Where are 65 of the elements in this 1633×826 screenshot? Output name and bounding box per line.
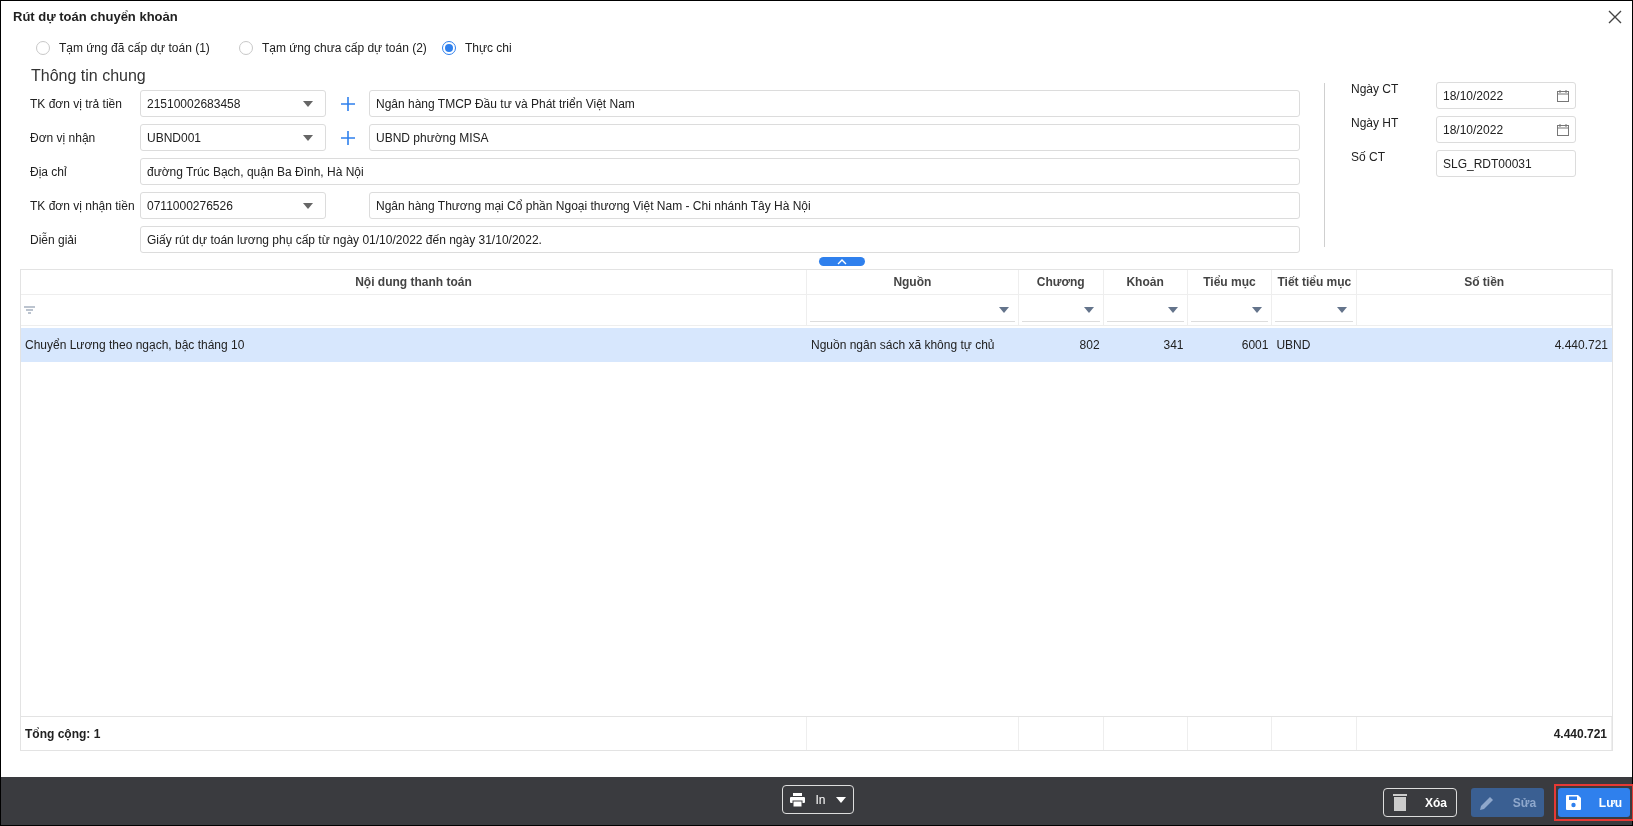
- column-header[interactable]: Chương: [1018, 270, 1104, 294]
- radio-label: Tạm ứng đã cấp dự toán (1): [59, 40, 210, 57]
- window-title: Rút dự toán chuyển khoản: [13, 8, 178, 27]
- filter-icon[interactable]: [24, 306, 35, 314]
- radio-label: Thực chi: [465, 40, 512, 57]
- save-button[interactable]: Lưu: [1558, 788, 1630, 817]
- caret-icon: [998, 306, 1009, 313]
- combo-box[interactable]: 0711000276526: [140, 192, 326, 219]
- caret-icon: [303, 202, 313, 209]
- text-field[interactable]: SLG_RDT00031: [1436, 150, 1576, 177]
- caret-icon: [1252, 306, 1263, 313]
- table-cell-text: 802: [1079, 337, 1100, 354]
- caret-icon: [835, 796, 846, 803]
- date-field[interactable]: 18/10/2022: [1436, 82, 1576, 109]
- pencil-icon: [1478, 794, 1495, 811]
- radio-label: Tạm ứng chưa cấp dự toán (2): [262, 40, 427, 57]
- field-label: Diễn giải: [30, 231, 78, 249]
- field-label: TK đơn vị trả tiền: [30, 95, 123, 113]
- chevron-up-icon: [836, 258, 847, 265]
- table-cell-text: Nguồn ngân sách xã không tự chủ: [811, 337, 995, 354]
- table-cell-text: 6001: [1241, 337, 1269, 354]
- combo-box[interactable]: 21510002683458: [140, 90, 326, 117]
- text-field[interactable]: Ngân hàng Thương mại Cổ phần Ngoại thương Việt Nam - Chi nhánh Tây Hà Nội: [369, 192, 1300, 219]
- close-icon[interactable]: [1608, 10, 1622, 24]
- table-cell-text: 341: [1163, 337, 1184, 354]
- table-cell-text: 4.440.721: [1554, 337, 1608, 354]
- column-header[interactable]: Tiết tiểu mục: [1272, 270, 1358, 294]
- caret-icon: [303, 134, 313, 141]
- printer-icon: [790, 792, 806, 807]
- table-cell-text: UBND: [1276, 337, 1311, 354]
- field-label: Địa chỉ: [30, 163, 68, 181]
- column-header[interactable]: Tiểu mục: [1187, 270, 1273, 294]
- trash-icon: [1393, 794, 1407, 811]
- print-button[interactable]: In: [782, 785, 854, 814]
- caret-icon: [1083, 306, 1094, 313]
- table-cell-text: Chuyển Lương theo ngạch, bậc tháng 10: [25, 337, 245, 354]
- column-header[interactable]: Nội dung thanh toán: [21, 270, 807, 294]
- field-label: TK đơn vị nhận tiền: [30, 197, 136, 215]
- text-field[interactable]: đường Trúc Bạch, quận Ba Đình, Hà Nội: [140, 158, 1300, 185]
- text-field[interactable]: UBND phường MISA: [369, 124, 1300, 151]
- calendar-icon[interactable]: [1557, 123, 1569, 136]
- text-field[interactable]: Ngân hàng TMCP Đầu tư và Phát triển Việt Nam: [369, 90, 1300, 117]
- total-label: Tổng cộng: 1: [25, 725, 101, 743]
- save-icon: [1565, 795, 1581, 810]
- field-label: Ngày HT: [1351, 115, 1400, 132]
- caret-icon: [303, 100, 313, 107]
- collapse-tab[interactable]: [818, 257, 865, 266]
- section-title: Thông tin chung: [31, 66, 146, 86]
- column-header[interactable]: Nguồn: [807, 270, 1019, 294]
- column-header[interactable]: Số tiền: [1357, 270, 1612, 294]
- field-label: Ngày CT: [1351, 81, 1400, 98]
- field-label: Đơn vị nhận: [30, 129, 97, 147]
- total-amount: 4.440.721: [1553, 725, 1607, 743]
- combo-box[interactable]: UBND001: [140, 124, 326, 151]
- plus-icon[interactable]: [340, 96, 355, 111]
- caret-icon: [1337, 306, 1348, 313]
- table-row[interactable]: Chuyển Lương theo ngạch, bậc tháng 10 Nguồn ngân sách xã không tự chủ 802 341 6001 UBND 4.440.721: [21, 328, 1612, 362]
- field-label: Số CT: [1351, 149, 1386, 166]
- plus-icon[interactable]: [340, 130, 355, 145]
- text-field[interactable]: Giấy rút dự toán lương phụ cấp từ ngày 01/10/2022 đến ngày 31/10/2022.: [140, 226, 1300, 253]
- delete-button[interactable]: Xóa: [1383, 788, 1457, 817]
- column-header[interactable]: Khoản: [1103, 270, 1188, 294]
- calendar-icon[interactable]: [1557, 89, 1569, 102]
- caret-icon: [1167, 306, 1178, 313]
- date-field[interactable]: 18/10/2022: [1436, 116, 1576, 143]
